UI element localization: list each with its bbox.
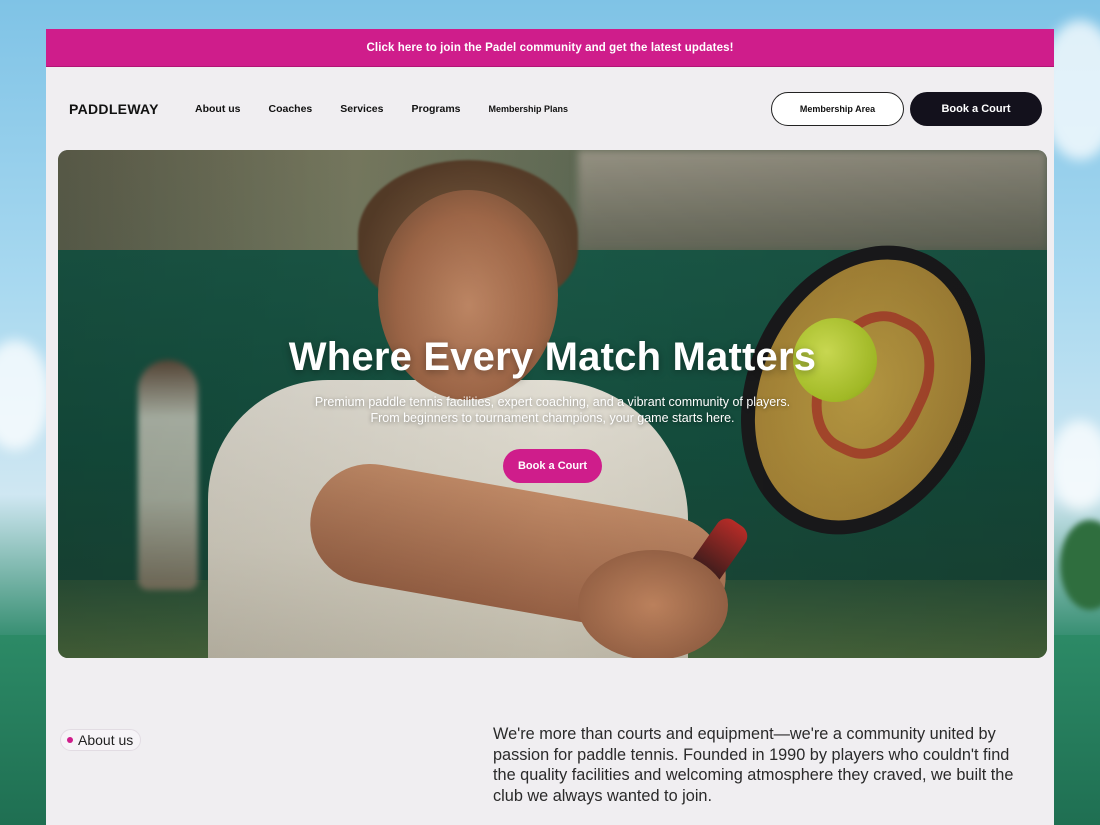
nav-menu: About us Coaches Services Programs Membe… — [195, 103, 596, 115]
nav-item-programs[interactable]: Programs — [412, 103, 461, 115]
nav-item-about-us[interactable]: About us — [195, 103, 241, 115]
website-frame: Click here to join the Padel community a… — [46, 29, 1054, 825]
hero-subtitle-line-1: Premium paddle tennis facilities, expert… — [314, 395, 791, 409]
brand-logo[interactable]: PADDLEWAY — [69, 101, 195, 117]
top-navigation: PADDLEWAY About us Coaches Services Prog… — [46, 67, 1054, 151]
nav-item-coaches[interactable]: Coaches — [269, 103, 313, 115]
about-us-badge: About us — [60, 729, 142, 751]
hero-banner: Where Every Match Matters Premium paddle… — [58, 150, 1047, 658]
announcement-text[interactable]: Click here to join the Padel community a… — [367, 42, 734, 54]
accent-dot-icon — [67, 737, 73, 743]
nav-actions: Membership Area Book a Court — [771, 92, 1042, 126]
nav-item-services[interactable]: Services — [340, 103, 383, 115]
hero-content: Where Every Match Matters Premium paddle… — [58, 335, 1047, 483]
membership-area-button[interactable]: Membership Area — [771, 92, 904, 126]
hero-subtitle: Premium paddle tennis facilities, expert… — [58, 394, 1047, 426]
hero-book-court-button[interactable]: Book a Court — [503, 449, 602, 483]
announcement-bar[interactable]: Click here to join the Padel community a… — [46, 29, 1054, 67]
book-court-nav-button[interactable]: Book a Court — [910, 92, 1042, 126]
about-us-badge-label: About us — [78, 732, 134, 748]
nav-item-membership-plans[interactable]: Membership Plans — [489, 104, 569, 114]
hero-subtitle-line-2: From beginners to tournament champions, … — [370, 411, 735, 425]
about-us-description: We're more than courts and equipment—we'… — [493, 725, 1014, 805]
hero-title: Where Every Match Matters — [288, 335, 817, 379]
